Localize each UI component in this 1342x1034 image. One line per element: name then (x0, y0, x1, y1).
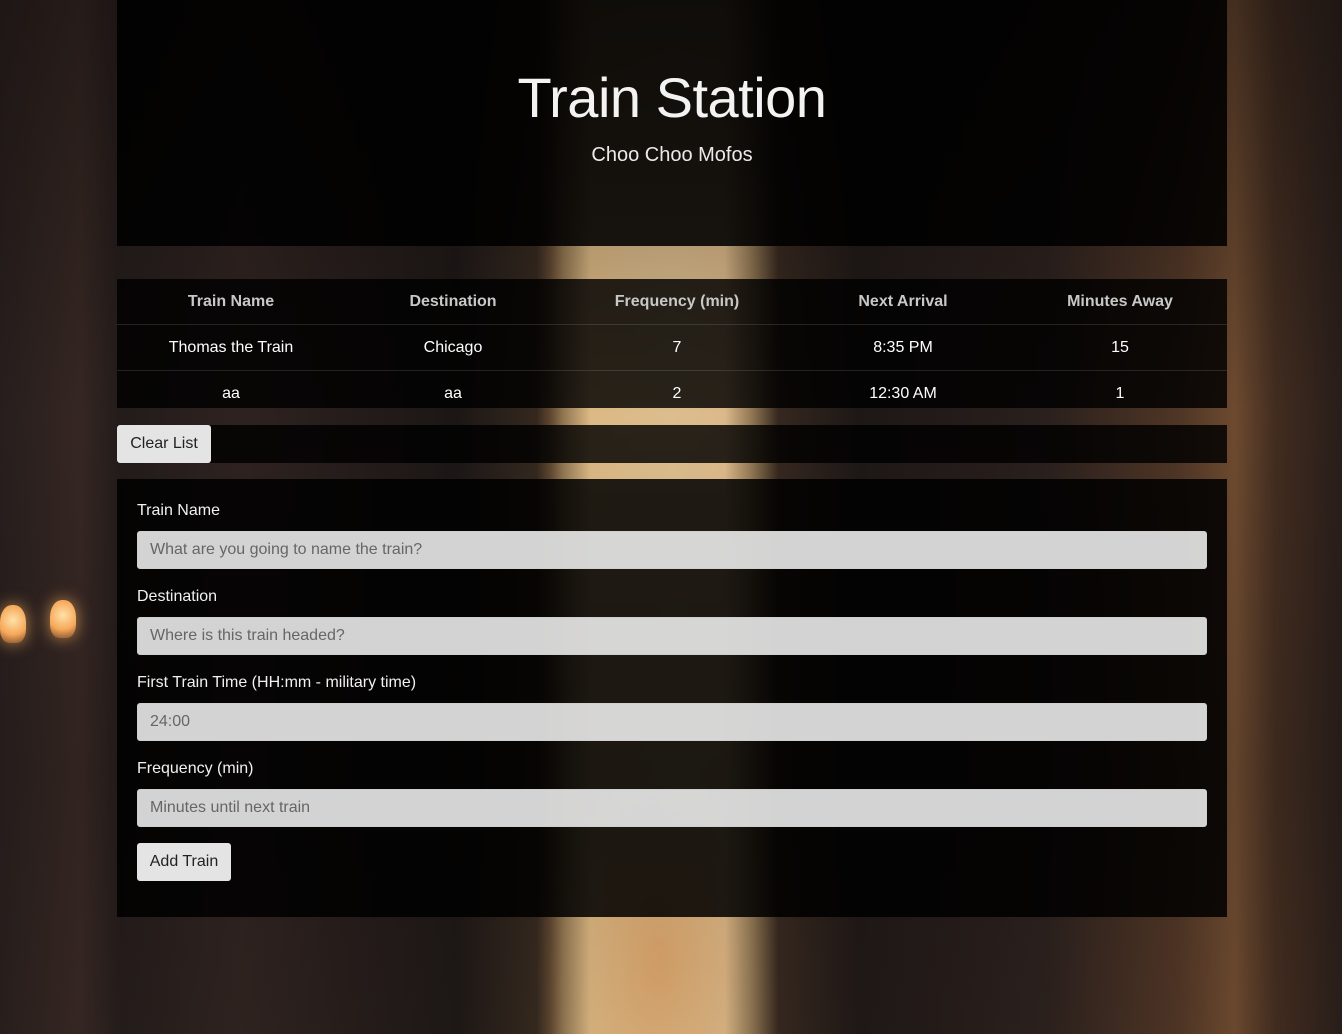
table-header-row: Train Name Destination Frequency (min) N… (117, 279, 1227, 325)
cell-train-name: aa (222, 384, 240, 402)
table-row: aa aa 2 12:30 AM 1 (117, 371, 1227, 417)
train-name-label: Train Name (137, 502, 220, 519)
first-train-time-input[interactable] (137, 703, 1207, 741)
cell-destination: aa (444, 384, 462, 402)
table-row: Thomas the Train Chicago 7 8:35 PM 15 (117, 324, 1227, 371)
jumbotron: Train Station Choo Choo Mofos (117, 0, 1227, 246)
cell-frequency: 7 (561, 324, 793, 371)
clear-button-row: Clear List (117, 425, 1227, 463)
first-train-time-group: First Train Time (HH:mm - military time) (137, 671, 1207, 741)
page-subtitle: Choo Choo Mofos (591, 144, 753, 166)
street-lamp-right (50, 600, 76, 638)
first-train-time-label: First Train Time (HH:mm - military time) (137, 674, 417, 691)
destination-group: Destination (137, 585, 1207, 655)
cell-minutes-away: 1 (1115, 384, 1125, 402)
cell-destination: Chicago (345, 324, 561, 371)
page-title: Train Station (517, 66, 827, 129)
train-name-input[interactable] (137, 531, 1207, 569)
cell-next-arrival: 8:35 PM (793, 324, 1013, 371)
cell-minutes-away: 15 (1013, 324, 1227, 371)
cell-frequency: 2 (672, 384, 682, 402)
train-name-group: Train Name (137, 499, 1207, 569)
column-header-frequency: Frequency (min) (561, 279, 793, 325)
column-header-destination: Destination (345, 279, 561, 325)
column-header-minutes-away: Minutes Away (1013, 279, 1227, 325)
destination-input[interactable] (137, 617, 1207, 655)
schedule-table: Train Name Destination Frequency (min) N… (117, 279, 1227, 416)
frequency-input[interactable] (137, 789, 1207, 827)
cell-next-arrival: 12:30 AM (869, 384, 937, 402)
frequency-label: Frequency (min) (137, 760, 254, 777)
column-header-train-name: Train Name (117, 279, 345, 325)
clear-list-button[interactable]: Clear List (117, 425, 211, 463)
add-train-form: Train Name Destination First Train Time … (117, 479, 1227, 917)
column-header-next-arrival: Next Arrival (793, 279, 1013, 325)
schedule-table-panel: Train Name Destination Frequency (min) N… (117, 279, 1227, 408)
add-train-button[interactable]: Add Train (137, 843, 231, 881)
street-lamp-left (0, 605, 26, 643)
frequency-group: Frequency (min) (137, 757, 1207, 827)
cell-train-name: Thomas the Train (117, 324, 345, 371)
destination-label: Destination (137, 588, 218, 605)
